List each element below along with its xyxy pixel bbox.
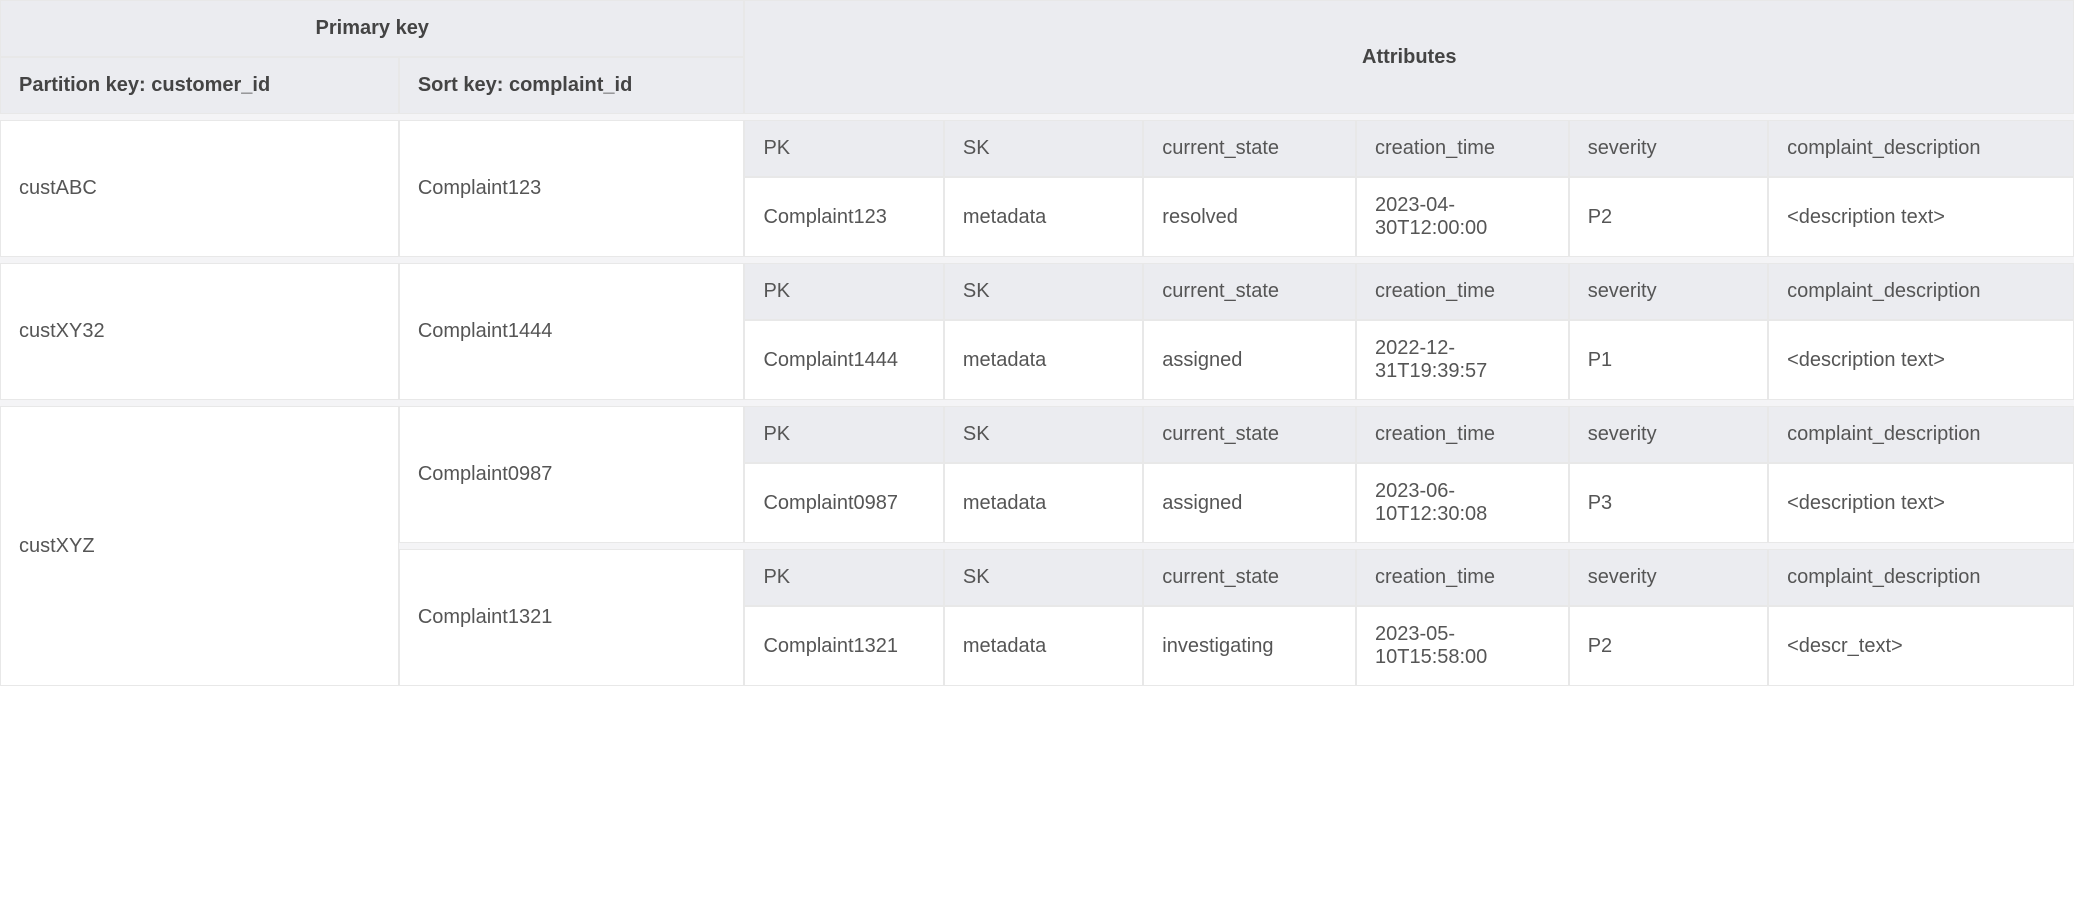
attr-label-severity: severity xyxy=(1569,263,1768,320)
sort-key-header: Sort key: complaint_id xyxy=(399,57,745,114)
attr-label-current-state: current_state xyxy=(1143,549,1356,606)
attributes-header: Attributes xyxy=(744,0,2074,114)
attr-label-pk: PK xyxy=(744,549,943,606)
attr-label-pk: PK xyxy=(744,263,943,320)
attr-label-sk: SK xyxy=(944,406,1143,463)
cell-current-state: resolved xyxy=(1143,177,1356,257)
cell-creation-time: 2023-05-10T15:58:00 xyxy=(1356,606,1569,686)
cell-creation-time: 2022-12-31T19:39:57 xyxy=(1356,320,1569,400)
cell-creation-time: 2023-06-10T12:30:08 xyxy=(1356,463,1569,543)
cell-severity: P1 xyxy=(1569,320,1768,400)
attr-label-current-state: current_state xyxy=(1143,120,1356,177)
cell-complaint-id: Complaint1444 xyxy=(399,263,745,400)
primary-key-header: Primary key xyxy=(0,0,744,57)
cell-complaint-description: <description text> xyxy=(1768,463,2074,543)
attr-label-current-state: current_state xyxy=(1143,406,1356,463)
cell-customer-id: custXYZ xyxy=(0,406,399,686)
attr-label-sk: SK xyxy=(944,263,1143,320)
cell-severity: P3 xyxy=(1569,463,1768,543)
cell-creation-time: 2023-04-30T12:00:00 xyxy=(1356,177,1569,257)
cell-sk: metadata xyxy=(944,177,1143,257)
cell-severity: P2 xyxy=(1569,177,1768,257)
cell-current-state: assigned xyxy=(1143,463,1356,543)
attr-label-complaint-description: complaint_description xyxy=(1768,120,2074,177)
cell-complaint-id: Complaint0987 xyxy=(399,406,745,543)
attr-label-pk: PK xyxy=(744,120,943,177)
cell-pk: Complaint123 xyxy=(744,177,943,257)
cell-pk: Complaint1321 xyxy=(744,606,943,686)
cell-current-state: assigned xyxy=(1143,320,1356,400)
attr-label-complaint-description: complaint_description xyxy=(1768,263,2074,320)
attr-label-creation-time: creation_time xyxy=(1356,406,1569,463)
cell-sk: metadata xyxy=(944,320,1143,400)
cell-sk: metadata xyxy=(944,463,1143,543)
cell-sk: metadata xyxy=(944,606,1143,686)
cell-complaint-description: <description text> xyxy=(1768,177,2074,257)
dynamodb-table: Primary key Attributes Partition key: cu… xyxy=(0,0,2074,686)
attr-label-pk: PK xyxy=(744,406,943,463)
cell-complaint-description: <descr_text> xyxy=(1768,606,2074,686)
cell-complaint-description: <description text> xyxy=(1768,320,2074,400)
attr-label-severity: severity xyxy=(1569,549,1768,606)
cell-complaint-id: Complaint1321 xyxy=(399,549,745,686)
table-row: custABC Complaint123 PK SK current_state… xyxy=(0,120,2074,177)
attr-label-creation-time: creation_time xyxy=(1356,263,1569,320)
table-row: custXY32 Complaint1444 PK SK current_sta… xyxy=(0,263,2074,320)
cell-customer-id: custXY32 xyxy=(0,263,399,400)
attr-label-complaint-description: complaint_description xyxy=(1768,549,2074,606)
attr-label-sk: SK xyxy=(944,120,1143,177)
attr-label-severity: severity xyxy=(1569,120,1768,177)
attr-label-creation-time: creation_time xyxy=(1356,120,1569,177)
partition-key-header: Partition key: customer_id xyxy=(0,57,399,114)
cell-pk: Complaint1444 xyxy=(744,320,943,400)
cell-severity: P2 xyxy=(1569,606,1768,686)
cell-pk: Complaint0987 xyxy=(744,463,943,543)
cell-customer-id: custABC xyxy=(0,120,399,257)
attr-label-creation-time: creation_time xyxy=(1356,549,1569,606)
cell-current-state: investigating xyxy=(1143,606,1356,686)
cell-complaint-id: Complaint123 xyxy=(399,120,745,257)
attr-label-complaint-description: complaint_description xyxy=(1768,406,2074,463)
attr-label-severity: severity xyxy=(1569,406,1768,463)
table-row: custXYZ Complaint0987 PK SK current_stat… xyxy=(0,406,2074,463)
attr-label-sk: SK xyxy=(944,549,1143,606)
attr-label-current-state: current_state xyxy=(1143,263,1356,320)
